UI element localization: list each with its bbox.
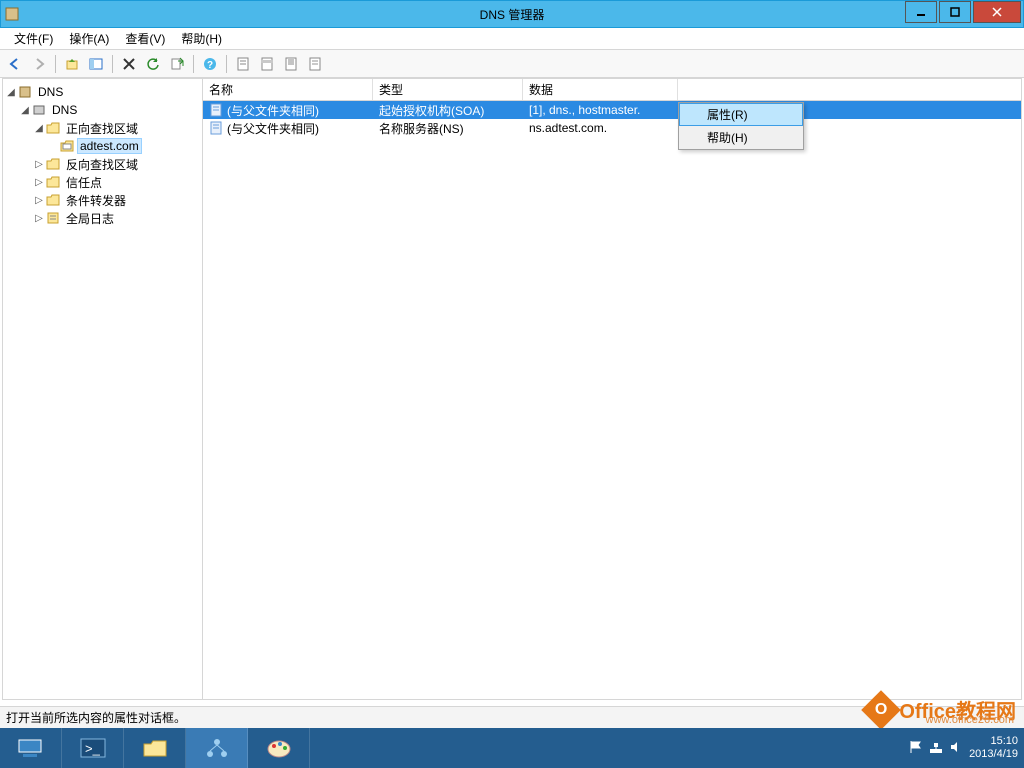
menu-view[interactable]: 查看(V) <box>117 28 173 49</box>
tray-network-icon[interactable] <box>929 740 943 757</box>
folder-icon <box>45 156 61 172</box>
cell-name: (与父文件夹相同) <box>227 120 319 137</box>
tree-label: DNS <box>50 103 79 117</box>
tree-root-dns[interactable]: ◢ DNS <box>5 83 200 101</box>
watermark-icon: O <box>862 690 902 730</box>
taskbar: >_ 15:10 2013/4/19 <box>0 728 1024 768</box>
separator <box>193 55 194 73</box>
tree-rev-lookup[interactable]: ▷ 反向查找区域 <box>5 155 200 173</box>
more-button[interactable] <box>304 53 326 75</box>
filter-button[interactable] <box>256 53 278 75</box>
cell-data: ns.adtest.com. <box>523 121 678 135</box>
separator <box>112 55 113 73</box>
watermark-url: www.office26.com <box>926 714 1014 726</box>
tree-label: 条件转发器 <box>64 192 128 209</box>
cell-name: (与父文件夹相同) <box>227 102 319 119</box>
cell-type: 名称服务器(NS) <box>373 120 523 137</box>
status-text: 打开当前所选内容的属性对话框。 <box>6 709 186 726</box>
help-button[interactable]: ? <box>199 53 221 75</box>
table-row[interactable]: (与父文件夹相同) 名称服务器(NS) ns.adtest.com. <box>203 119 1021 137</box>
caret-icon[interactable]: ◢ <box>19 105 31 116</box>
window-title: DNS 管理器 <box>480 6 545 23</box>
workspace: ◢ DNS ◢ DNS ◢ 正向查找区域 adtest.com ▷ 反向查找区域… <box>2 78 1022 700</box>
folder-icon <box>45 174 61 190</box>
column-data[interactable]: 数据 <box>523 79 678 100</box>
zone-icon <box>59 138 75 154</box>
delete-button[interactable] <box>118 53 140 75</box>
watermark: O Office教程网 www.office26.com <box>867 695 1016 724</box>
caret-icon[interactable]: ▷ <box>33 213 45 224</box>
menu-help[interactable]: 帮助(H) <box>173 28 230 49</box>
toolbar: ? <box>0 50 1024 78</box>
ctx-properties[interactable]: 属性(R) <box>679 103 803 126</box>
tray-date: 2013/4/19 <box>969 748 1018 761</box>
caret-icon[interactable]: ◢ <box>33 123 45 134</box>
tray-flag-icon[interactable] <box>909 740 923 757</box>
folder-icon <box>45 192 61 208</box>
maximize-button[interactable] <box>939 1 971 23</box>
tree-label: 正向查找区域 <box>64 120 140 137</box>
tree-zone-adtest[interactable]: adtest.com <box>5 137 200 155</box>
list-header: 名称 类型 数据 <box>203 79 1021 101</box>
tree-label: 反向查找区域 <box>64 156 140 173</box>
record-icon <box>209 121 223 135</box>
table-row[interactable]: (与父文件夹相同) 起始授权机构(SOA) [1], dns., hostmas… <box>203 101 1021 119</box>
close-button[interactable] <box>973 1 1021 23</box>
tray-clock[interactable]: 15:10 2013/4/19 <box>969 735 1018 761</box>
minimize-button[interactable] <box>905 1 937 23</box>
tree-pane[interactable]: ◢ DNS ◢ DNS ◢ 正向查找区域 adtest.com ▷ 反向查找区域… <box>3 79 203 699</box>
taskbar-powershell[interactable]: >_ <box>62 728 124 768</box>
menu-bar: 文件(F) 操作(A) 查看(V) 帮助(H) <box>0 28 1024 50</box>
title-bar: DNS 管理器 <box>0 0 1024 28</box>
ctx-help[interactable]: 帮助(H) <box>679 126 803 149</box>
context-menu: 属性(R) 帮助(H) <box>678 102 804 150</box>
new-record-button[interactable] <box>232 53 254 75</box>
svg-text:?: ? <box>207 60 213 71</box>
show-hide-tree-button[interactable] <box>85 53 107 75</box>
tree-label: 信任点 <box>64 174 104 191</box>
tree-cond-fwd[interactable]: ▷ 条件转发器 <box>5 191 200 209</box>
tree-label: DNS <box>36 85 65 99</box>
tree-label: 全局日志 <box>64 210 116 227</box>
cell-data: [1], dns., hostmaster. <box>523 103 678 117</box>
tree-fwd-lookup[interactable]: ◢ 正向查找区域 <box>5 119 200 137</box>
tree-label: adtest.com <box>78 139 141 153</box>
tree-server-dns[interactable]: ◢ DNS <box>5 101 200 119</box>
caret-icon[interactable]: ▷ <box>33 177 45 188</box>
separator <box>226 55 227 73</box>
taskbar-server-manager[interactable] <box>0 728 62 768</box>
list-pane[interactable]: 名称 类型 数据 (与父文件夹相同) 起始授权机构(SOA) [1], dns.… <box>203 79 1021 699</box>
window-controls <box>905 1 1023 27</box>
record-icon <box>209 103 223 117</box>
tray-sound-icon[interactable] <box>949 740 963 757</box>
menu-action[interactable]: 操作(A) <box>61 28 117 49</box>
refresh-button[interactable] <box>142 53 164 75</box>
caret-icon[interactable]: ▷ <box>33 159 45 170</box>
server-icon <box>31 102 47 118</box>
svg-text:>_: >_ <box>85 741 101 756</box>
caret-icon[interactable]: ◢ <box>5 87 17 98</box>
column-name[interactable]: 名称 <box>203 79 373 100</box>
cell-type: 起始授权机构(SOA) <box>373 102 523 119</box>
forward-button[interactable] <box>28 53 50 75</box>
properties-button[interactable] <box>280 53 302 75</box>
tree-trust-points[interactable]: ▷ 信任点 <box>5 173 200 191</box>
menu-file[interactable]: 文件(F) <box>6 28 61 49</box>
back-button[interactable] <box>4 53 26 75</box>
export-button[interactable] <box>166 53 188 75</box>
taskbar-paint[interactable] <box>248 728 310 768</box>
separator <box>55 55 56 73</box>
system-tray[interactable]: 15:10 2013/4/19 <box>909 735 1024 761</box>
up-button[interactable] <box>61 53 83 75</box>
taskbar-dns-manager[interactable] <box>186 728 248 768</box>
tray-time: 15:10 <box>969 735 1018 748</box>
column-type[interactable]: 类型 <box>373 79 523 100</box>
caret-icon[interactable]: ▷ <box>33 195 45 206</box>
taskbar-explorer[interactable] <box>124 728 186 768</box>
folder-icon <box>45 120 61 136</box>
log-icon <box>45 210 61 226</box>
app-icon <box>5 4 25 24</box>
dns-icon <box>17 84 33 100</box>
tree-global-log[interactable]: ▷ 全局日志 <box>5 209 200 227</box>
